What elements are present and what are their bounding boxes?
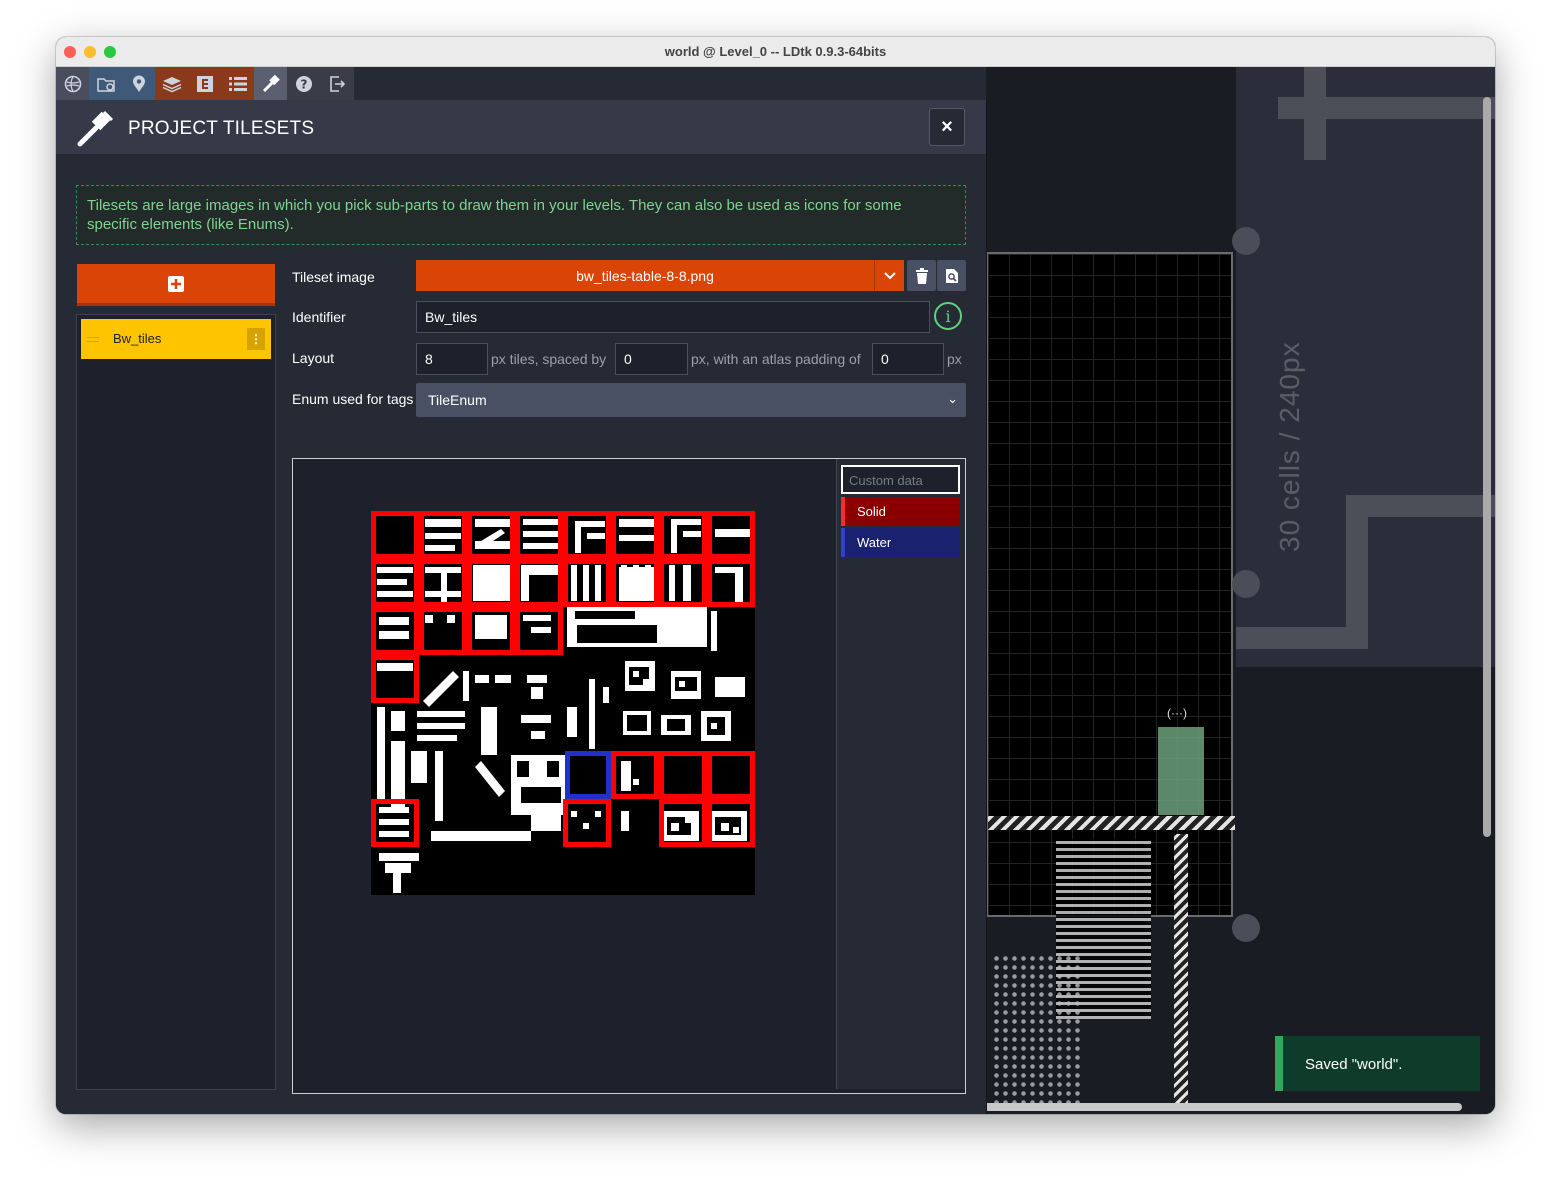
tag-water[interactable]: Water — [841, 528, 960, 557]
level-resize-handle[interactable] — [1232, 227, 1260, 255]
tileset-atlas[interactable] — [371, 511, 755, 895]
level-view[interactable]: (···) — [986, 252, 1235, 1104]
app-window: world @ Level_0 -- LDtk 0.9.3-64bits (··… — [56, 37, 1495, 1114]
svg-text:?: ? — [300, 77, 307, 91]
help-icon[interactable]: ? — [287, 67, 320, 100]
tileset-viewer[interactable]: Custom data Solid Water — [292, 458, 966, 1094]
tileset-item-label: Bw_tiles — [113, 331, 162, 346]
enums-icon[interactable] — [221, 67, 254, 100]
file-search-icon — [945, 268, 958, 283]
floor-tiles — [988, 816, 1235, 830]
toast-message: Saved "world". — [1305, 1056, 1403, 1073]
level-resize-handle[interactable] — [1232, 914, 1260, 942]
brush-icon — [77, 110, 114, 147]
world-tile — [1346, 495, 1368, 627]
panel-title: PROJECT TILESETS — [128, 118, 315, 139]
world-icon[interactable] — [56, 67, 89, 100]
tileset-list: Bw_tiles ⋮ — [76, 314, 276, 1090]
tilesets-icon[interactable] — [254, 67, 287, 100]
entities-icon[interactable] — [188, 67, 221, 100]
tileset-item-menu-button[interactable]: ⋮ — [247, 328, 265, 350]
plus-icon — [168, 275, 184, 292]
info-box: Tilesets are large images in which you p… — [76, 185, 966, 245]
chevron-down-icon[interactable] — [874, 260, 904, 291]
enum-tags-select[interactable]: TileEnum ⌄ — [416, 383, 966, 417]
locate-file-button[interactable] — [937, 260, 966, 291]
rubble-tiles — [992, 954, 1082, 1104]
main-toolbar: ? — [56, 67, 354, 100]
tag-solid[interactable]: Solid — [841, 497, 960, 526]
panel-header: PROJECT TILESETS × — [56, 100, 986, 154]
vertical-scrollbar[interactable] — [1483, 97, 1491, 837]
px-tiles-text: px tiles, spaced by — [491, 351, 607, 367]
entity-speech-icon: (···) — [1167, 706, 1187, 720]
identifier-input[interactable] — [416, 301, 930, 333]
project-tilesets-panel: PROJECT TILESETS × Tilesets are large im… — [56, 100, 987, 1114]
identifier-label: Identifier — [292, 309, 346, 325]
enum-tags-value: TileEnum — [428, 392, 487, 408]
spacing-input[interactable] — [615, 343, 688, 375]
project-settings-icon[interactable] — [89, 67, 122, 100]
exit-icon[interactable] — [320, 67, 353, 100]
pillar-tiles — [1174, 834, 1188, 1104]
world-tile — [1346, 495, 1495, 517]
tile-size-input[interactable] — [416, 343, 488, 375]
saved-toast: Saved "world". — [1275, 1036, 1480, 1091]
layers-icon[interactable] — [155, 67, 188, 100]
tileset-item-bw-tiles[interactable]: Bw_tiles ⋮ — [81, 319, 271, 359]
title-bar: world @ Level_0 -- LDtk 0.9.3-64bits — [56, 37, 1495, 67]
window-title: world @ Level_0 -- LDtk 0.9.3-64bits — [664, 44, 887, 59]
level-resize-handle[interactable] — [1232, 570, 1260, 598]
info-icon[interactable]: i — [934, 302, 962, 330]
padding-input[interactable] — [872, 343, 944, 375]
custom-data-input[interactable]: Custom data — [841, 465, 960, 494]
layout-label: Layout — [292, 350, 335, 366]
app-content: (···) 30 cells / 240px Saved "world". ? … — [56, 67, 1495, 1114]
enum-tags-label: Enum used for tags — [292, 391, 414, 407]
atlas-padding-text: px, with an atlas padding of — [691, 351, 861, 367]
tileset-image-label: Tileset image — [292, 269, 375, 285]
close-panel-button[interactable]: × — [929, 108, 965, 146]
add-tileset-button[interactable] — [77, 264, 275, 306]
world-tile — [1236, 627, 1368, 649]
custom-data-panel: Custom data Solid Water — [836, 459, 965, 1089]
px-text: px — [947, 351, 962, 367]
location-icon[interactable] — [122, 67, 155, 100]
level-size-label: 30 cells / 240px — [1274, 341, 1305, 552]
world-tile — [1278, 97, 1495, 119]
delete-image-button[interactable] — [907, 260, 936, 291]
tileset-image-select[interactable]: bw_tiles-table-8-8.png — [416, 260, 874, 291]
entity-npc[interactable] — [1158, 727, 1204, 815]
trash-icon — [915, 267, 928, 284]
level-editor-canvas[interactable]: (···) 30 cells / 240px — [986, 67, 1495, 1114]
chevron-down-icon: ⌄ — [947, 391, 958, 406]
drag-handle-icon[interactable] — [87, 337, 99, 342]
